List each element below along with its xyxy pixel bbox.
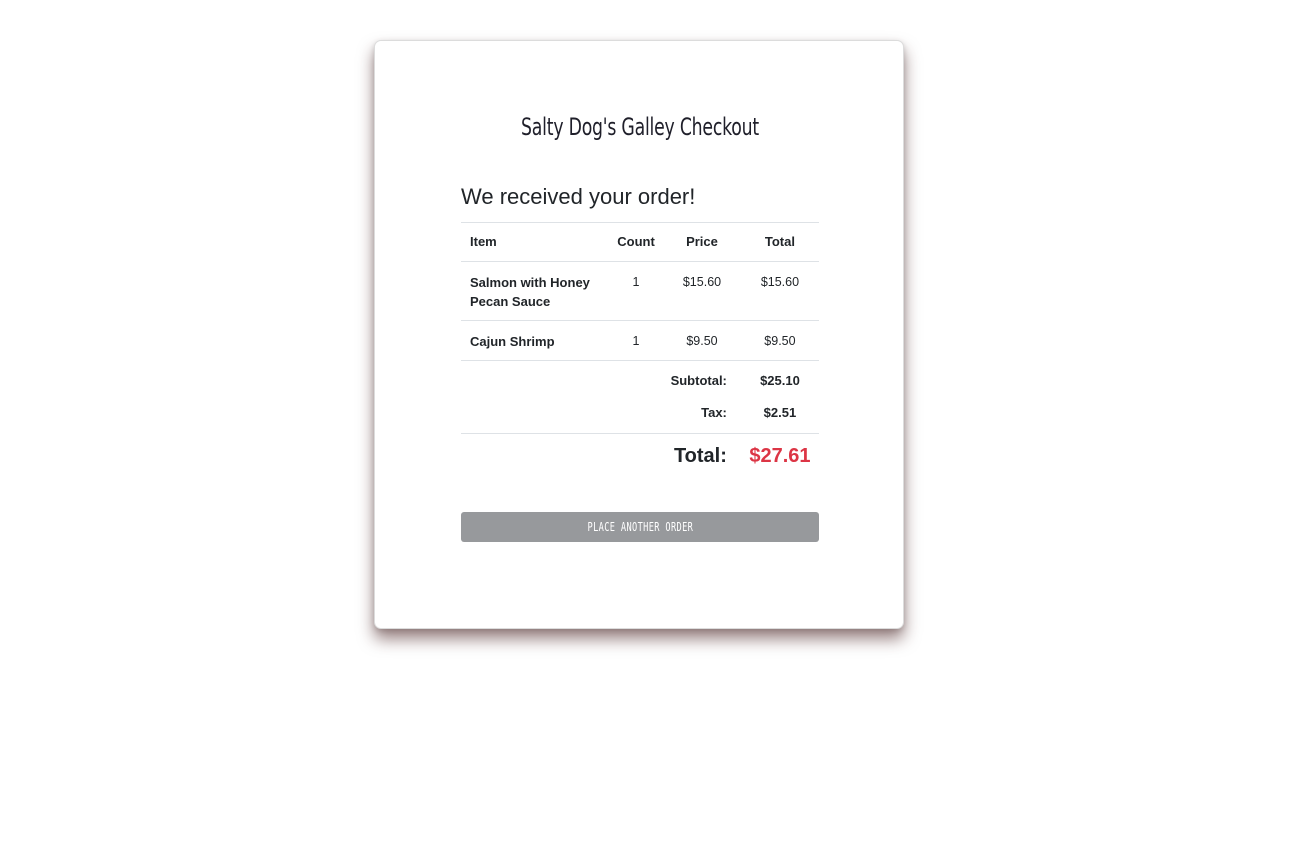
subtotal-row: Subtotal: $25.10: [461, 360, 819, 401]
row-item-name: Salmon with Honey Pecan Sauce: [461, 261, 609, 321]
header-count: Count: [608, 222, 664, 262]
row-item-price: $15.60: [663, 261, 741, 321]
row-item-count: 1: [608, 320, 664, 361]
row-item-total: $15.60: [740, 261, 819, 321]
header-total: Total: [740, 222, 819, 262]
row-item-price: $9.50: [663, 320, 741, 361]
subtotal-label: Subtotal:: [461, 360, 741, 401]
grand-total-value: $27.61: [740, 433, 819, 483]
table-header-row: Item Count Price Total: [461, 222, 819, 262]
row-item-total: $9.50: [740, 320, 819, 361]
table-row: Salmon with Honey Pecan Sauce 1 $15.60 $…: [461, 261, 819, 321]
grand-total-label: Total:: [461, 433, 741, 483]
checkout-card: Salty Dog's Galley Checkout We received …: [374, 40, 904, 629]
grand-total-row: Total: $27.61: [461, 433, 819, 483]
order-confirmation-heading: We received your order!: [461, 184, 696, 209]
header-price: Price: [663, 222, 741, 262]
tax-value: $2.51: [763, 405, 797, 420]
tax-label: Tax:: [701, 405, 727, 420]
table-row: Cajun Shrimp 1 $9.50 $9.50: [461, 320, 819, 361]
row-item-count: 1: [608, 261, 664, 321]
header-item: Item: [461, 222, 609, 262]
row-item-name: Cajun Shrimp: [461, 320, 609, 361]
subtotal-value: $25.10: [740, 360, 819, 401]
tax-row: Tax: $2.51: [461, 401, 819, 434]
place-another-order-label: Place Another Order: [587, 520, 693, 534]
app-title: Salty Dog's Galley Checkout: [521, 113, 759, 141]
place-another-order-button[interactable]: Place Another Order: [461, 512, 819, 542]
order-table: Item Count Price Total Salmon with Honey…: [461, 222, 819, 483]
